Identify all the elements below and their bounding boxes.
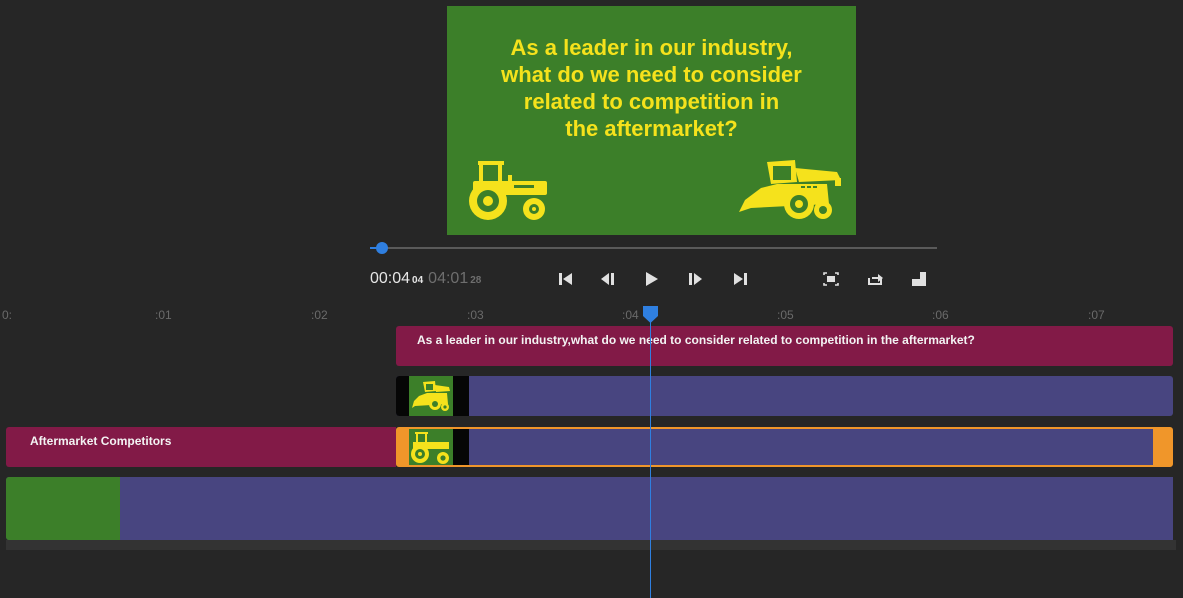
ruler-tick-label: :07 — [1088, 308, 1105, 322]
combine-harvester-icon — [739, 160, 841, 219]
tractor-icon — [411, 432, 449, 464]
step-back-button[interactable] — [597, 268, 619, 290]
fit-to-screen-button[interactable] — [820, 268, 842, 290]
combine-harvester-icon — [412, 381, 450, 411]
play-icon — [646, 272, 658, 286]
clip-thumbnail-border — [453, 376, 469, 416]
export-frame-icon — [912, 272, 926, 286]
loop-icon — [868, 274, 883, 285]
skip-to-start-button[interactable] — [555, 268, 577, 290]
ruler-tick-label: :03 — [467, 308, 484, 322]
preview-caption-line: As a leader in our industry, — [510, 35, 793, 60]
preview-caption-line: what do we need to consider — [501, 62, 802, 87]
step-back-icon — [601, 273, 614, 285]
ruler-tick-label: :05 — [777, 308, 794, 322]
clip-thumbnail-border — [396, 376, 409, 416]
step-forward-icon — [689, 273, 702, 285]
combine-thumbnail — [409, 376, 453, 416]
tractor-thumbnail — [409, 429, 453, 465]
play-button[interactable] — [641, 268, 663, 290]
playhead-handle-icon[interactable] — [642, 305, 659, 324]
playhead-line — [650, 318, 651, 598]
skip-to-start-icon — [559, 273, 572, 285]
skip-to-end-button[interactable] — [729, 268, 751, 290]
background-video-clip[interactable] — [6, 477, 1173, 540]
step-forward-button[interactable] — [684, 268, 706, 290]
duration-time: 04:01 — [428, 270, 469, 287]
caption-clip[interactable]: As a leader in our industry,what do we n… — [396, 326, 1173, 366]
fit-to-screen-icon — [823, 272, 839, 286]
ruler-tick-label: :00 — [2, 308, 12, 322]
clip-trim-handle-left[interactable] — [398, 429, 409, 465]
program-monitor-preview: As a leader in our industry, what do we … — [447, 6, 856, 235]
preview-scrubber-handle[interactable] — [376, 242, 388, 254]
tractor-icon — [469, 161, 547, 220]
video-editor: As a leader in our industry, what do we … — [0, 0, 1183, 598]
loop-button[interactable] — [864, 268, 886, 290]
current-frames: 04 — [412, 275, 424, 286]
skip-to-end-icon — [734, 273, 747, 285]
duration-frames: 28 — [470, 275, 482, 286]
export-frame-button[interactable] — [908, 268, 930, 290]
caption-clip-label: As a leader in our industry,what do we n… — [417, 333, 975, 347]
preview-scrubber-track[interactable] — [370, 247, 937, 249]
ruler-tick-label: :06 — [932, 308, 949, 322]
ruler-tick-label: :01 — [155, 308, 172, 322]
preview-caption-line: the aftermarket? — [565, 116, 738, 141]
title-clip-label: Aftermarket Competitors — [30, 434, 172, 448]
timecode-display: 00:04 04 04:01 28 — [370, 270, 481, 288]
current-time: 00:04 — [370, 270, 411, 287]
title-clip[interactable]: Aftermarket Competitors — [6, 427, 396, 467]
preview-caption: As a leader in our industry, what do we … — [457, 34, 846, 142]
background-clip-thumbnail — [6, 477, 120, 540]
combine-image-clip[interactable] — [396, 376, 1173, 416]
tractor-image-clip-selected[interactable] — [396, 427, 1173, 467]
track-area-footer — [6, 540, 1176, 550]
clip-thumbnail-border — [453, 429, 469, 465]
ruler-tick-label: :04 — [622, 308, 639, 322]
preview-caption-line: related to competition in — [523, 89, 780, 114]
clip-trim-handle-right[interactable] — [1153, 429, 1171, 465]
ruler-tick-label: :02 — [311, 308, 328, 322]
timeline-ruler[interactable]: :00 :01 :02 :03 :04 :05 :06 :07 — [0, 304, 1183, 324]
